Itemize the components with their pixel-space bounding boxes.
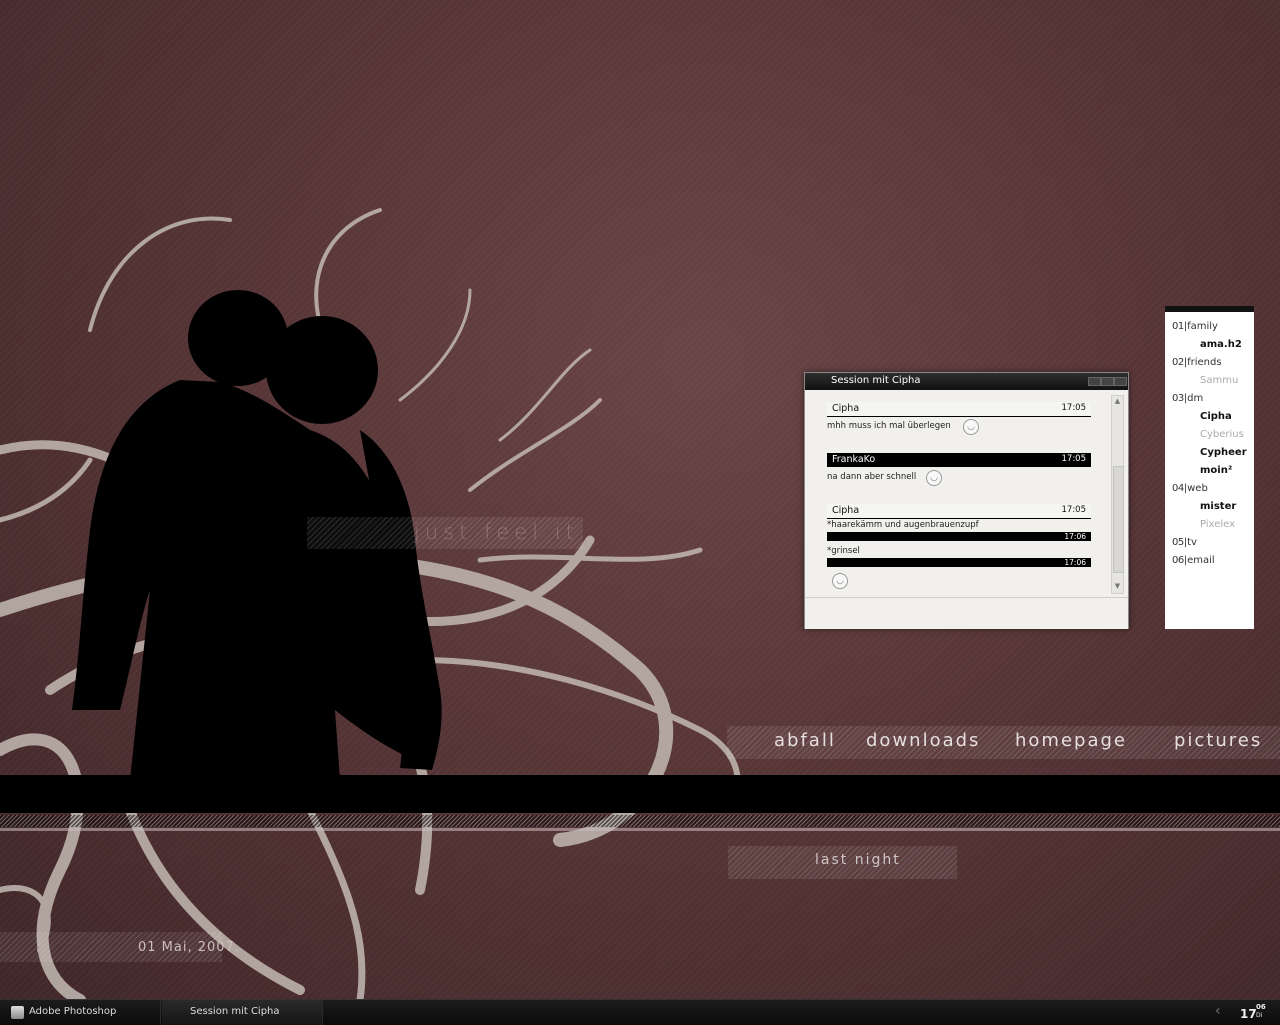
contact-group-dm[interactable]: 03|dm [1172, 393, 1203, 404]
scrollbar-thumb[interactable] [1113, 466, 1124, 573]
scroll-up-icon[interactable]: ▲ [1113, 397, 1122, 406]
sender-name: Cipha [832, 403, 860, 414]
contact-item[interactable]: Pixelex [1200, 519, 1235, 530]
chat-title: Session mit Cipha [831, 375, 921, 386]
minimize-button[interactable] [1088, 377, 1101, 386]
contact-item[interactable]: Cyberius [1200, 429, 1244, 440]
nav-link-abfall[interactable]: abfall [774, 730, 836, 751]
contact-group-family[interactable]: 01|family [1172, 321, 1218, 332]
contact-group-email[interactable]: 06|email [1172, 555, 1215, 566]
contact-item[interactable]: ama.h2 [1200, 339, 1242, 350]
grin-smiley-icon: ◡ [926, 470, 942, 486]
contact-item[interactable]: Cipha [1200, 411, 1232, 422]
contact-group-tv[interactable]: 05|tv [1172, 537, 1197, 548]
message-time-bar: 17:06 [827, 558, 1091, 567]
stripe-band [0, 815, 1280, 827]
taskbar-item-photoshop[interactable]: Adobe Photoshop [0, 1000, 161, 1025]
message-text: *grinsel [827, 546, 860, 556]
taskbar-item-label: Session mit Cipha [190, 1006, 280, 1017]
contact-group-friends[interactable]: 02|friends [1172, 357, 1222, 368]
divider-line [0, 828, 1280, 831]
close-button[interactable] [1114, 377, 1127, 386]
date-label: 01 Mai, 2007. [138, 940, 240, 955]
message-header: FrankaKo 17:05 [827, 453, 1091, 467]
message-time: 17:05 [1061, 505, 1087, 515]
scroll-down-icon[interactable]: ▼ [1113, 582, 1122, 591]
sender-name: FrankaKo [832, 454, 876, 465]
chat-window: Session mit Cipha Cipha 17:05 mhh muss i… [804, 372, 1129, 629]
taskbar-item-chat[interactable]: Session mit Cipha [162, 1000, 323, 1025]
message-input[interactable] [805, 597, 1128, 629]
contact-item[interactable]: mister [1200, 501, 1236, 512]
taskbar: Adobe Photoshop Session mit Cipha ‹ 17 0… [0, 999, 1280, 1025]
photoshop-icon [11, 1006, 24, 1019]
message-time: 17:05 [1061, 403, 1087, 413]
message-text: na dann aber schnell [827, 472, 917, 482]
nav-link-downloads[interactable]: downloads [866, 730, 980, 751]
nav-link-homepage[interactable]: homepage [1015, 730, 1127, 751]
taskbar-item-label: Adobe Photoshop [29, 1006, 117, 1017]
last-night-link[interactable]: last night [815, 852, 901, 868]
clock-day: Di [1256, 1012, 1263, 1019]
tray-expand-icon[interactable]: ‹ [1215, 1003, 1221, 1019]
smiley-icon: ◡ [832, 573, 848, 589]
tagline: just feel it [414, 520, 579, 544]
clock-minute: 06 [1256, 1003, 1266, 1011]
nav-link-pictures[interactable]: pictures [1174, 730, 1262, 751]
message-header: Cipha 17:05 [827, 504, 1091, 519]
message-header: Cipha 17:05 [827, 402, 1091, 417]
chat-scrollbar[interactable]: ▲ ▼ [1111, 395, 1124, 594]
clock[interactable]: 17 06 Di [1240, 1003, 1266, 1022]
contact-item[interactable]: Sammu [1200, 375, 1238, 386]
message-time: 17:06 [1064, 532, 1086, 541]
message-time: 17:06 [1064, 558, 1086, 567]
contact-item[interactable]: Cypheer [1200, 447, 1247, 458]
message-text: *haarekämm und augenbrauenzupf [827, 520, 979, 530]
contact-list: 01|family ama.h2 02|friends Sammu 03|dm … [1165, 306, 1254, 629]
black-band [0, 775, 1280, 813]
message-text: mhh muss ich mal überlegen [827, 421, 951, 431]
smiley-icon: ◡ [963, 419, 979, 435]
message-time: 17:05 [1061, 454, 1087, 464]
maximize-button[interactable] [1101, 377, 1114, 386]
chat-titlebar[interactable]: Session mit Cipha [805, 373, 1128, 390]
sender-name: Cipha [832, 505, 860, 516]
message-time-bar: 17:06 [827, 532, 1091, 541]
contact-item[interactable]: moin² [1200, 465, 1232, 476]
contact-group-web[interactable]: 04|web [1172, 483, 1208, 494]
wallpaper-nav: abfall downloads homepage pictures [727, 726, 1280, 759]
chat-history: Cipha 17:05 mhh muss ich mal überlegen ◡… [805, 391, 1110, 596]
clock-hour: 17 [1240, 1007, 1257, 1021]
